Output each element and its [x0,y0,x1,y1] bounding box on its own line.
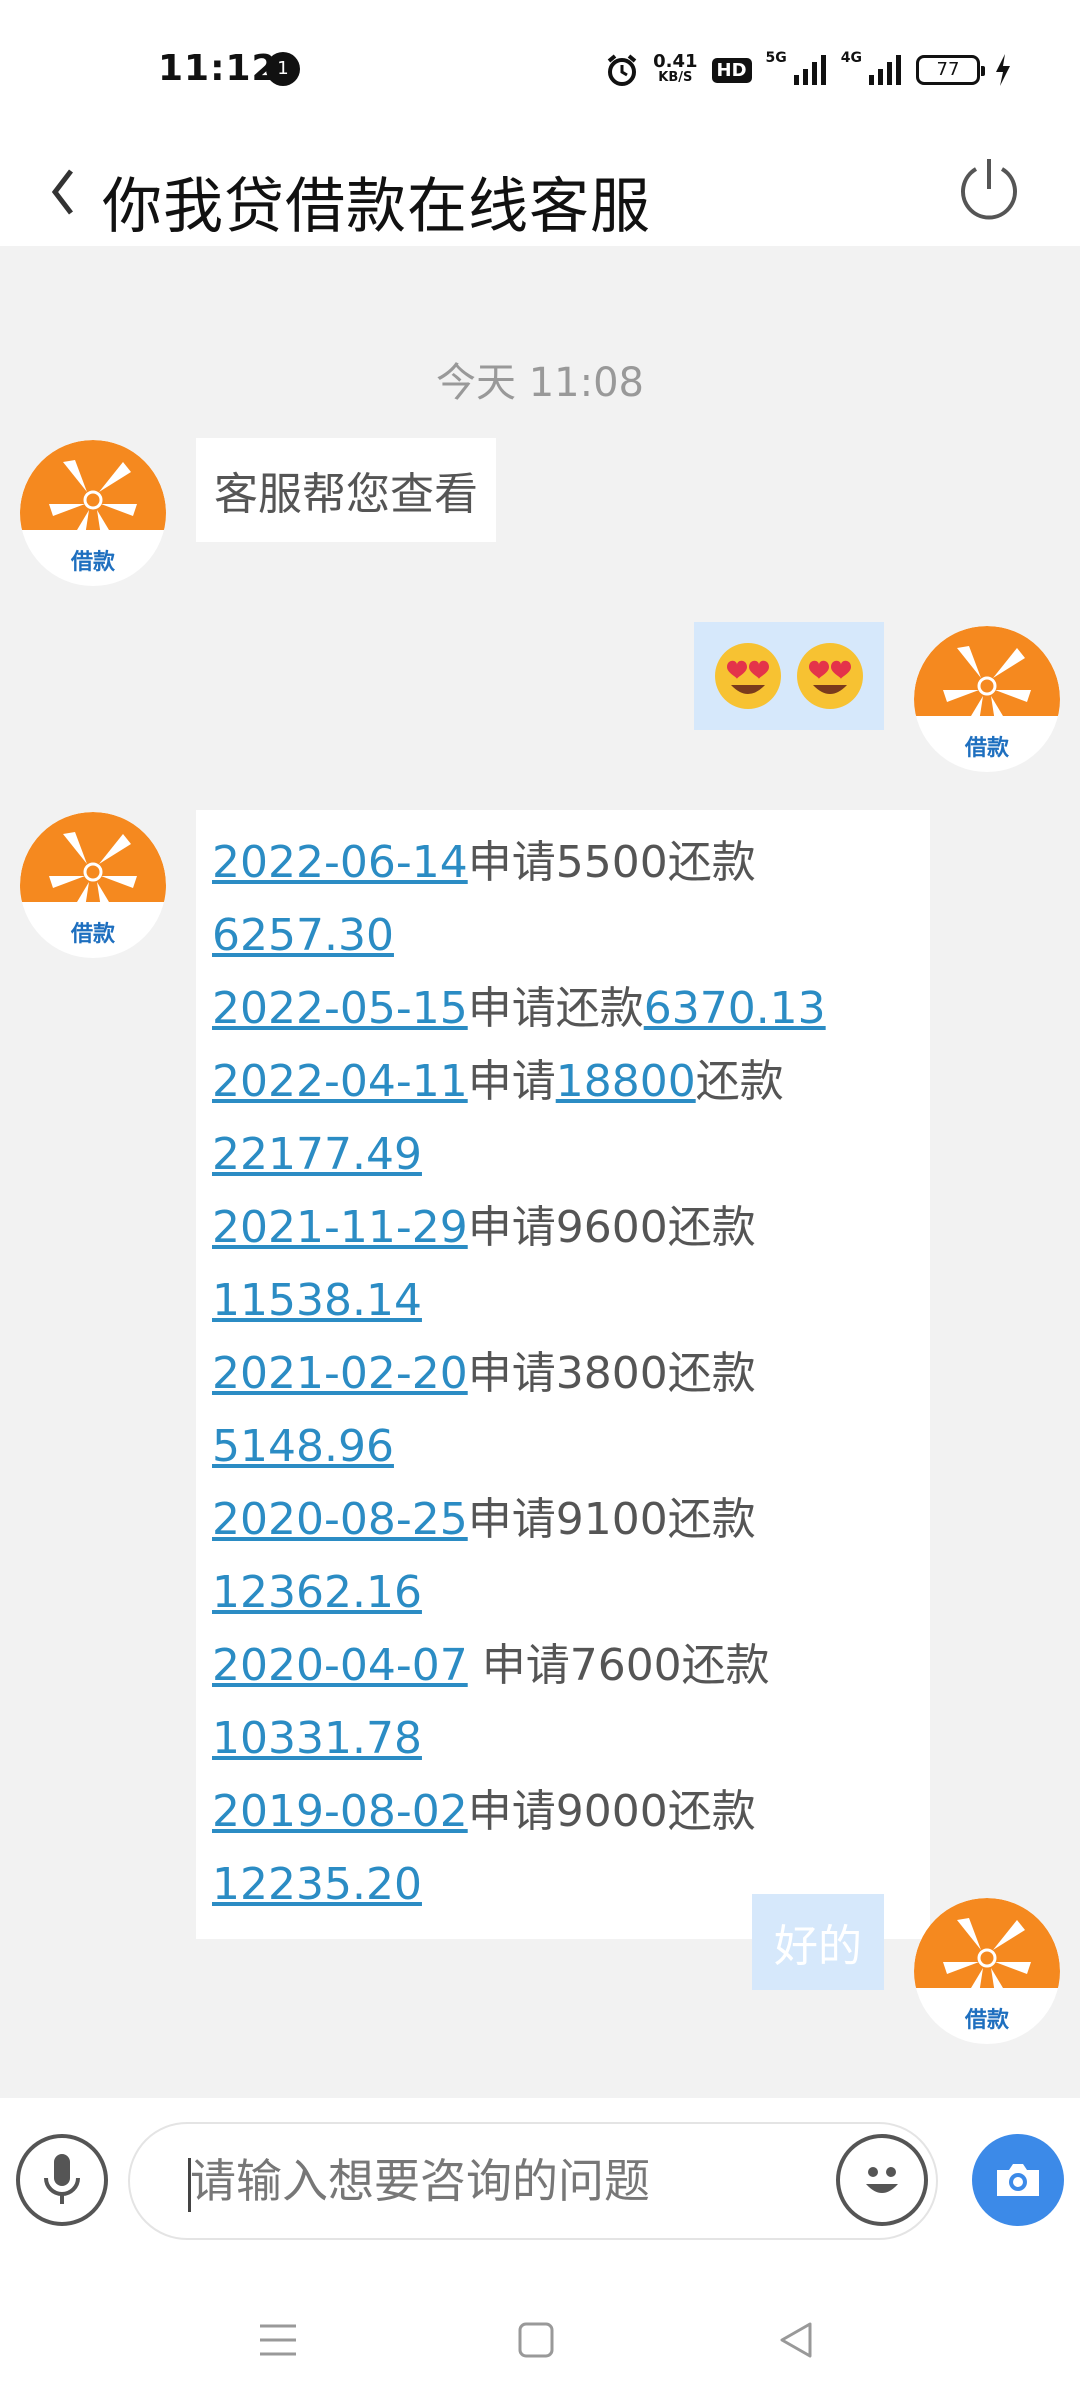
net-speed-value: 0.41 [653,51,698,72]
mic-icon [44,2154,80,2204]
record-text: 申请9100还款 [467,1494,756,1545]
avatar-label: 借款 [964,2008,1009,2033]
battery-level: 77 [936,59,960,80]
user-emoji-message [694,622,884,730]
nav-home-button[interactable] [496,2300,576,2380]
record-amount-link[interactable]: 6370.13 [644,983,826,1034]
home-icon [518,2322,554,2358]
record-row: 2020-08-25申请9100还款 12362.16 [212,1483,914,1629]
notification-badge: 1 [266,52,300,86]
record-text: 申请3800还款 [467,1348,756,1399]
avatar-label: 借款 [70,550,115,575]
record-row: 2020-04-07 申请7600还款 10331.78 [212,1629,914,1775]
record-text: 还款 [695,1056,784,1107]
battery-icon: 77 [916,55,985,85]
message-input[interactable]: 请输入想要咨询的问题 [128,2122,938,2240]
power-icon [961,159,1017,220]
signal2-label: 4G [840,50,862,66]
record-date-link[interactable]: 2021-11-29 [212,1202,468,1253]
record-date-link[interactable]: 2022-06-14 [212,837,468,888]
nav-back-button[interactable] [756,2300,836,2380]
record-date-link[interactable]: 2022-05-15 [212,983,468,1034]
record-row: 2022-05-15申请还款6370.13 [212,972,914,1045]
record-text: 申请7600还款 [467,1640,770,1691]
record-text: 申请9000还款 [467,1786,756,1837]
record-date-link[interactable]: 2020-08-25 [212,1494,468,1545]
signal-icon [793,55,826,85]
voice-button[interactable] [16,2134,108,2226]
record-amount-link[interactable]: 10331.78 [212,1713,422,1764]
record-row: 2021-02-20申请3800还款 5148.96 [212,1337,914,1483]
avatar-label: 借款 [70,922,115,947]
record-amount-link[interactable]: 6257.30 [212,910,394,961]
net-speed: 0.41 KB/S [653,51,698,86]
loan-records-message: 2022-06-14申请5500还款 6257.30 2022-05-15申请还… [196,810,930,1939]
record-text: 申请还款 [467,983,644,1034]
input-placeholder: 请输入想要咨询的问题 [190,2154,650,2208]
record-row: 2022-04-11申请18800还款 22177.49 [212,1045,914,1191]
status-time: 11:12 [158,48,278,89]
record-date-link[interactable]: 2021-02-20 [212,1348,468,1399]
page-title: 你我贷借款在线客服 [102,172,651,242]
hd-badge: HD [711,57,752,83]
record-row: 2022-06-14申请5500还款 6257.30 [212,826,914,972]
record-amount-link[interactable]: 22177.49 [212,1129,422,1180]
record-text: 申请9600还款 [467,1202,756,1253]
status-icons: 0.41 KB/S HD 5G 4G 77 [605,50,1012,90]
camera-icon [997,2164,1039,2196]
record-date-link[interactable]: 2020-04-07 [212,1640,468,1691]
user-avatar[interactable]: 借款 [914,1898,1060,2044]
net-speed-unit: KB/S [658,70,693,85]
camera-button[interactable] [972,2134,1064,2226]
back-button[interactable] [34,152,90,232]
alarm-icon [607,54,637,86]
record-principal-link[interactable]: 18800 [556,1056,696,1107]
avatar-label: 借款 [964,736,1009,761]
header: 你我贷借款在线客服 [0,140,1080,246]
agent-avatar[interactable]: 借款 [20,812,166,958]
heart-eyes-emoji-icon [797,643,863,709]
user-message: 好的 [752,1894,884,1990]
power-button[interactable] [944,146,1034,236]
record-amount-link[interactable]: 11538.14 [212,1275,422,1326]
status-bar: 11:12 1 0.41 KB/S HD 5G 4G 77 [0,0,1080,140]
system-nav-bar [0,2270,1080,2400]
input-bar: 请输入想要咨询的问题 [0,2098,1080,2270]
agent-message: 客服帮您查看 [196,438,496,542]
emoji-button[interactable] [836,2134,928,2226]
smiley-icon [866,2167,898,2193]
agent-avatar[interactable]: 借款 [20,440,166,586]
record-amount-link[interactable]: 5148.96 [212,1421,394,1472]
record-date-link[interactable]: 2022-04-11 [212,1056,468,1107]
back-triangle-icon [780,2322,812,2358]
record-date-link[interactable]: 2019-08-02 [212,1786,468,1837]
signal-icon-2 [869,55,901,85]
heart-eyes-emoji-icon [715,643,781,709]
signal1-label: 5G [765,50,787,66]
user-avatar[interactable]: 借款 [914,626,1060,772]
record-text: 申请 [467,1056,556,1107]
record-row: 2021-11-29申请9600还款 11538.14 [212,1191,914,1337]
charging-icon [996,54,1010,86]
record-text: 申请5500还款 [467,837,756,888]
back-icon [51,169,73,215]
record-amount-link[interactable]: 12362.16 [212,1567,422,1618]
chat-timestamp: 今天 11:08 [436,360,644,406]
menu-icon [260,2324,296,2356]
nav-menu-button[interactable] [238,2300,318,2380]
record-amount-link[interactable]: 12235.20 [212,1859,422,1910]
